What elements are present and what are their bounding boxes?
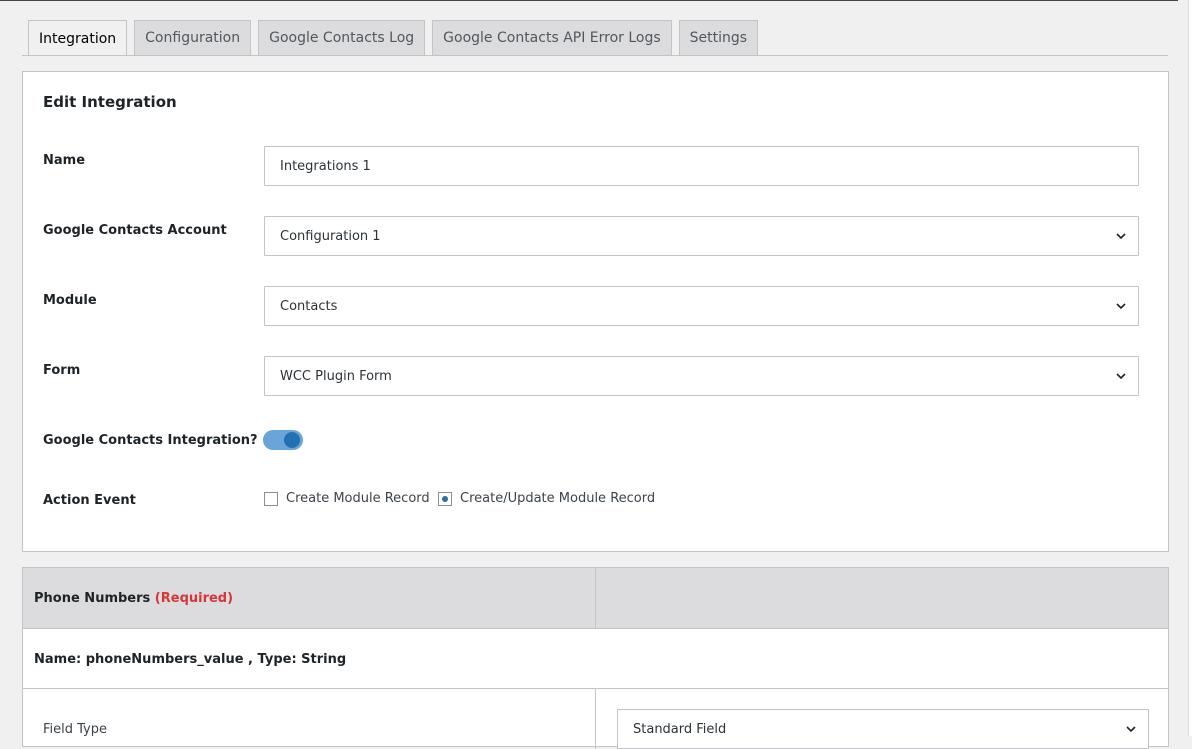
column-divider bbox=[595, 689, 596, 749]
field-meta-text: Name: phoneNumbers_value , Type: String bbox=[34, 652, 347, 667]
action-event-label: Action Event bbox=[43, 493, 136, 508]
radio-selected[interactable] bbox=[438, 491, 452, 506]
form-label: Form bbox=[43, 363, 81, 378]
account-label: Google Contacts Account bbox=[43, 223, 227, 238]
required-badge: (Required) bbox=[154, 591, 234, 606]
checkbox[interactable] bbox=[264, 491, 278, 506]
panel-title: Edit Integration bbox=[43, 93, 177, 111]
name-label: Name bbox=[43, 153, 86, 168]
module-select-value: Contacts bbox=[280, 298, 338, 314]
chevron-down-icon bbox=[1116, 303, 1126, 310]
tab-bar: Integration Configuration Google Contact… bbox=[28, 20, 765, 56]
name-input-value: Integrations 1 bbox=[280, 158, 371, 174]
table-header: Phone Numbers (Required) bbox=[23, 568, 1168, 629]
chevron-down-icon bbox=[1116, 233, 1126, 240]
header-title: Phone Numbers (Required) bbox=[34, 591, 233, 606]
tab-integration[interactable]: Integration bbox=[28, 20, 128, 56]
form-select[interactable]: WCC Plugin Form bbox=[264, 356, 1139, 396]
field-type-select[interactable]: Standard Field bbox=[617, 709, 1149, 749]
account-select[interactable]: Configuration 1 bbox=[264, 216, 1139, 256]
integration-toggle[interactable] bbox=[263, 430, 303, 450]
chevron-down-icon bbox=[1126, 726, 1136, 733]
account-select-value: Configuration 1 bbox=[280, 228, 381, 244]
header-field-name: Phone Numbers bbox=[34, 591, 151, 606]
field-type-value: Standard Field bbox=[633, 721, 727, 737]
option-label: Create Module Record bbox=[286, 491, 430, 506]
name-input[interactable]: Integrations 1 bbox=[264, 146, 1139, 186]
integration-toggle-label: Google Contacts Integration? bbox=[43, 433, 258, 448]
field-meta-row: Name: phoneNumbers_value , Type: String bbox=[23, 629, 1168, 689]
toggle-knob bbox=[284, 432, 300, 448]
create-module-record-option[interactable]: Create Module Record bbox=[264, 491, 430, 506]
module-select[interactable]: Contacts bbox=[264, 286, 1139, 326]
tab-google-contacts-log[interactable]: Google Contacts Log bbox=[258, 20, 426, 55]
field-mapping-table: Phone Numbers (Required) Name: phoneNumb… bbox=[22, 567, 1169, 749]
column-divider bbox=[595, 568, 596, 629]
tab-settings[interactable]: Settings bbox=[678, 20, 759, 55]
tab-configuration[interactable]: Configuration bbox=[134, 20, 252, 55]
form-select-value: WCC Plugin Form bbox=[280, 368, 392, 384]
edit-integration-panel: Edit Integration Name Integrations 1 Goo… bbox=[22, 71, 1169, 552]
radio-dot bbox=[442, 495, 448, 502]
option-label: Create/Update Module Record bbox=[460, 491, 656, 506]
scrollbar-track[interactable] bbox=[1188, 0, 1192, 736]
tab-divider bbox=[22, 55, 1168, 56]
top-border bbox=[0, 0, 1178, 1]
tab-api-error-logs[interactable]: Google Contacts API Error Logs bbox=[432, 20, 672, 55]
create-update-module-record-option[interactable]: Create/Update Module Record bbox=[438, 491, 655, 506]
chevron-down-icon bbox=[1116, 373, 1126, 380]
module-label: Module bbox=[43, 293, 97, 308]
field-type-label: Field Type bbox=[43, 722, 107, 737]
